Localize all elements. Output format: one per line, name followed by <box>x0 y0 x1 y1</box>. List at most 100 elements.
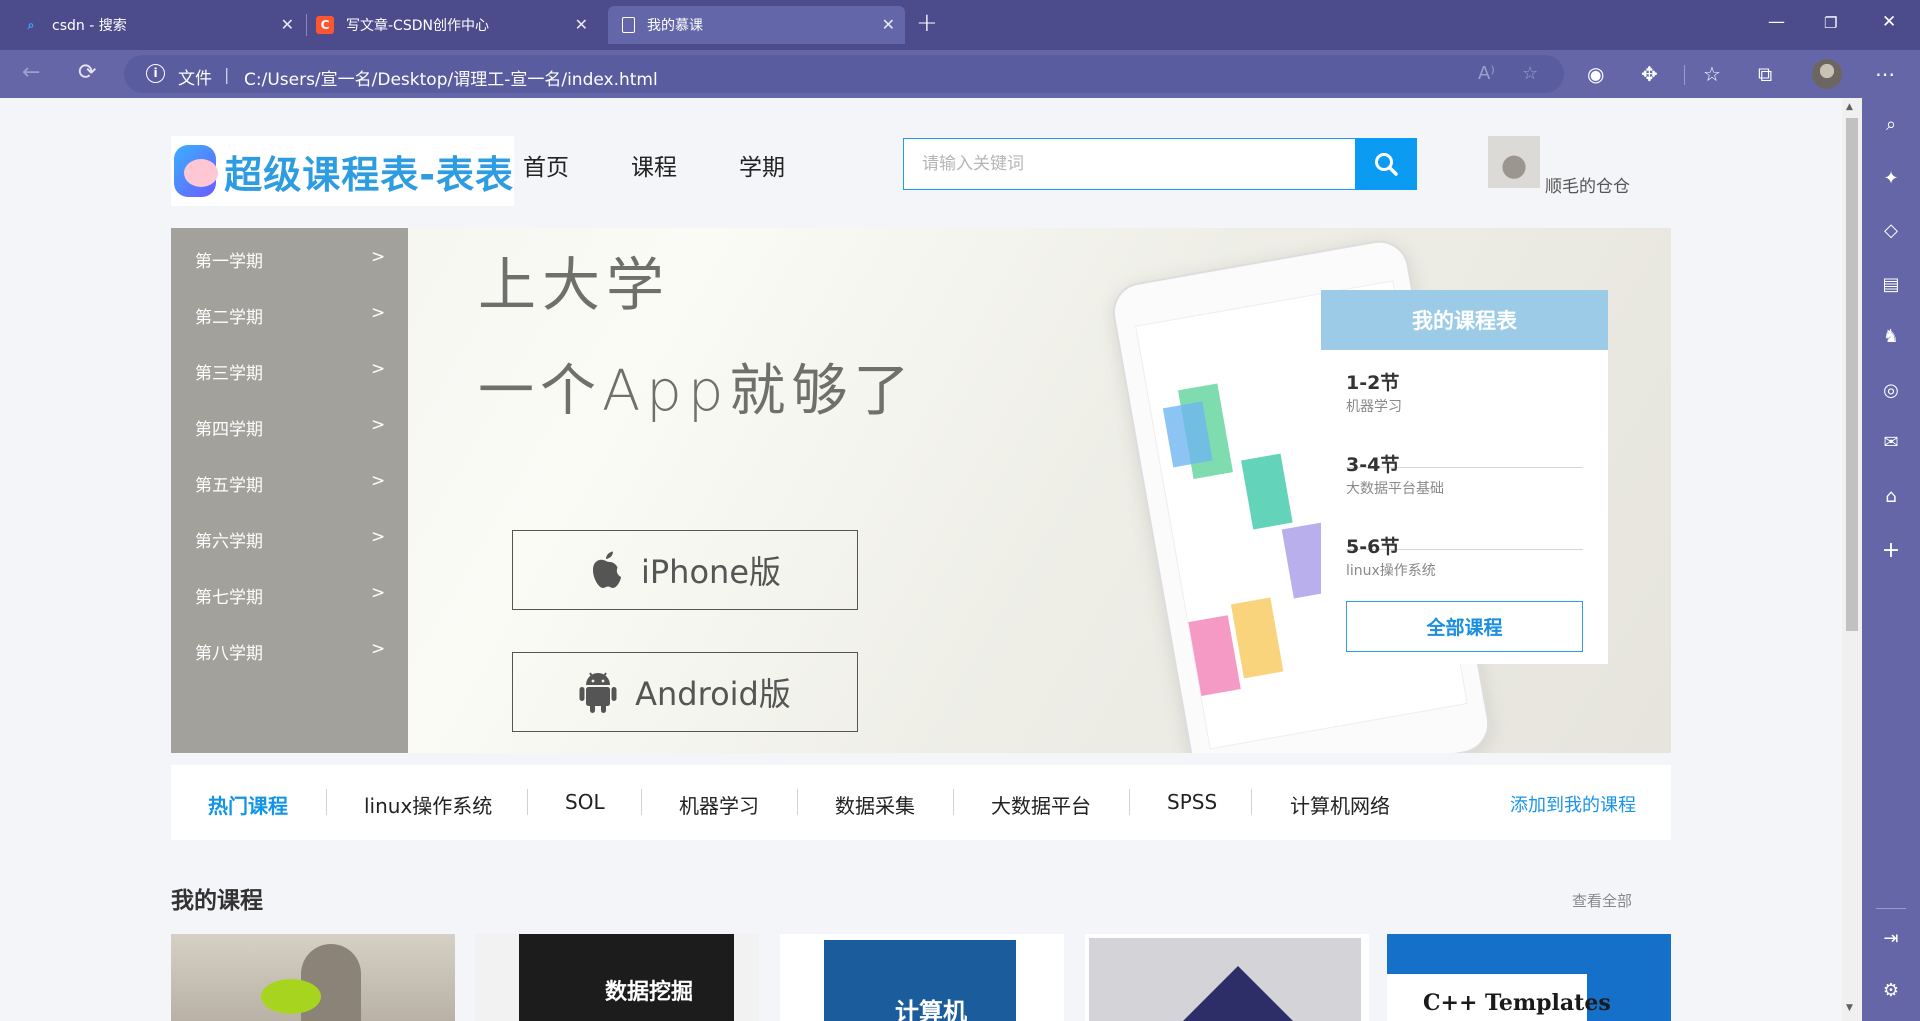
course-card[interactable] <box>1085 934 1369 1021</box>
page-scrollbar[interactable]: ▲ ▼ <box>1842 98 1862 1021</box>
close-window-button[interactable]: ✕ <box>1882 12 1896 32</box>
course-card[interactable]: 计算机 <box>780 934 1064 1021</box>
chevron-right-icon: > <box>371 303 386 323</box>
user-avatar[interactable] <box>1488 136 1540 188</box>
semester-item-1[interactable]: 第一学期 > <box>171 239 408 279</box>
semester-label: 第八学期 <box>195 644 263 664</box>
refresh-icon[interactable]: ⟳ <box>78 60 96 85</box>
divider <box>953 789 954 815</box>
site-logo[interactable]: 超级课程表-表表 <box>171 136 514 206</box>
shopping-icon[interactable]: ◇ <box>1862 220 1920 241</box>
search-button[interactable] <box>1355 138 1417 190</box>
drop-icon[interactable]: ⌂ <box>1862 486 1920 507</box>
schedule-item[interactable]: 5-6节 linux操作系统 <box>1346 532 1583 580</box>
course-card[interactable] <box>171 934 455 1021</box>
add-icon[interactable]: + <box>1862 538 1920 563</box>
semester-item-8[interactable]: 第八学期 > <box>171 631 408 671</box>
office-icon[interactable]: ◎ <box>1862 380 1920 401</box>
divider <box>326 789 327 815</box>
semester-item-7[interactable]: 第七学期 > <box>171 575 408 615</box>
hide-sidebar-icon[interactable]: ⇥ <box>1862 928 1920 949</box>
hot-courses-tab[interactable]: 热门课程 <box>208 790 288 819</box>
chevron-right-icon: > <box>371 415 386 435</box>
games-icon[interactable]: ♞ <box>1862 326 1920 347</box>
book-title: C++ Templates <box>1423 990 1611 1016</box>
hot-course-item[interactable]: SOL <box>565 790 605 814</box>
triangle-shape <box>1180 966 1296 1021</box>
search-icon[interactable]: ⌕ <box>1862 114 1920 135</box>
close-icon[interactable]: ✕ <box>575 15 588 34</box>
semester-item-6[interactable]: 第六学期 > <box>171 519 408 559</box>
chevron-right-icon: > <box>371 471 386 491</box>
android-download-button[interactable]: Android版 <box>512 652 858 732</box>
tools-icon[interactable]: ▤ <box>1862 274 1920 295</box>
profile-avatar[interactable] <box>1812 59 1842 89</box>
iphone-download-button[interactable]: iPhone版 <box>512 530 858 610</box>
settings-icon[interactable]: ⚙ <box>1862 980 1920 1001</box>
course-card[interactable]: C++ Templates <box>1387 934 1671 1021</box>
discover-icon[interactable]: ✦ <box>1862 168 1920 189</box>
scroll-thumb[interactable] <box>1846 118 1858 631</box>
hot-course-item[interactable]: SPSS <box>1167 790 1217 814</box>
back-icon[interactable]: ← <box>22 60 40 85</box>
tab-csdn-search[interactable]: ⌕ csdn - 搜索 ✕ <box>22 6 304 44</box>
scroll-down-icon[interactable]: ▼ <box>1846 1003 1853 1013</box>
copilot-icon[interactable]: ◉ <box>1587 63 1604 85</box>
my-courses-title: 我的课程 <box>171 888 263 914</box>
semester-label: 第一学期 <box>195 252 263 272</box>
schedule-item[interactable]: 3-4节 大数据平台基础 <box>1346 450 1583 498</box>
add-favorite-icon[interactable]: ☆ <box>1522 63 1538 84</box>
schedule-card: 我的课程表 1-2节 机器学习 3-4节 大数据平台基础 5-6节 linux操… <box>1321 290 1608 664</box>
semester-label: 第六学期 <box>195 532 263 552</box>
nav-courses[interactable]: 课程 <box>631 148 677 182</box>
outlook-icon[interactable]: ✉ <box>1862 432 1920 453</box>
hot-course-item[interactable]: 计算机网络 <box>1290 790 1390 819</box>
divider <box>1129 789 1130 815</box>
edge-sidebar: ⌕ ✦ ◇ ▤ ♞ ◎ ✉ ⌂ + ⇥ ⚙ <box>1862 98 1920 1021</box>
address-scheme-label: 文件 <box>178 69 212 89</box>
favorites-icon[interactable]: ☆ <box>1703 63 1721 85</box>
hot-course-item[interactable]: linux操作系统 <box>364 790 492 819</box>
tab-title: 我的慕课 <box>647 18 703 34</box>
search-input[interactable] <box>903 138 1357 190</box>
schedule-block <box>1188 615 1241 697</box>
semester-item-4[interactable]: 第四学期 > <box>171 407 408 447</box>
restore-button[interactable]: ❐ <box>1824 14 1837 32</box>
nav-home[interactable]: 首页 <box>523 148 569 182</box>
semester-item-3[interactable]: 第三学期 > <box>171 351 408 391</box>
close-icon[interactable]: ✕ <box>281 15 294 34</box>
site-header: 超级课程表-表表 首页 课程 学期 顺毛的仓仓 <box>0 98 1842 228</box>
divider <box>527 789 528 815</box>
minimize-button[interactable]: — <box>1768 12 1785 32</box>
address-bar[interactable]: i 文件 | C:/Users/宣一名/Desktop/谓理工-宣一名/inde… <box>124 55 1564 93</box>
schedule-item[interactable]: 1-2节 机器学习 <box>1346 368 1583 416</box>
username[interactable]: 顺毛的仓仓 <box>1545 172 1630 197</box>
all-courses-button[interactable]: 全部课程 <box>1346 601 1583 652</box>
hot-course-item[interactable]: 机器学习 <box>679 790 759 819</box>
page-icon <box>622 17 635 33</box>
info-icon[interactable]: i <box>146 64 165 83</box>
close-icon[interactable]: ✕ <box>882 15 895 34</box>
collections-icon[interactable]: ⧉ <box>1758 63 1772 85</box>
hot-course-item[interactable]: 大数据平台 <box>991 790 1091 819</box>
more-icon[interactable]: ⋯ <box>1875 63 1895 85</box>
hot-courses-bar: 热门课程 linux操作系统 SOL 机器学习 数据采集 大数据平台 SPSS … <box>171 765 1671 840</box>
page-viewport: 超级课程表-表表 首页 课程 学期 顺毛的仓仓 第一学期 > 第二学期 > 第三学期… <box>0 98 1842 1021</box>
hot-course-item[interactable]: 数据采集 <box>835 790 915 819</box>
tab-my-mooc[interactable]: 我的慕课 ✕ <box>608 6 905 44</box>
new-tab-button[interactable]: + <box>916 8 938 38</box>
extensions-icon[interactable]: ✥ <box>1641 63 1658 85</box>
course-card[interactable]: 数据挖掘 <box>475 934 759 1021</box>
nav-semester[interactable]: 学期 <box>739 148 785 182</box>
scroll-up-icon[interactable]: ▲ <box>1846 102 1853 112</box>
tab-csdn-editor[interactable]: C 写文章-CSDN创作中心 ✕ <box>316 6 598 44</box>
add-to-my-courses-link[interactable]: 添加到我的课程 <box>1510 791 1636 817</box>
read-aloud-icon[interactable]: A⁾ <box>1478 63 1495 84</box>
semester-item-5[interactable]: 第五学期 > <box>171 463 408 503</box>
pig-logo-icon <box>174 145 219 197</box>
schedule-block <box>1230 597 1284 679</box>
divider <box>797 789 798 815</box>
semester-item-2[interactable]: 第二学期 > <box>171 295 408 335</box>
view-all-link[interactable]: 查看全部 <box>1572 890 1632 911</box>
address-url[interactable]: C:/Users/宣一名/Desktop/谓理工-宣一名/index.html <box>244 65 658 90</box>
